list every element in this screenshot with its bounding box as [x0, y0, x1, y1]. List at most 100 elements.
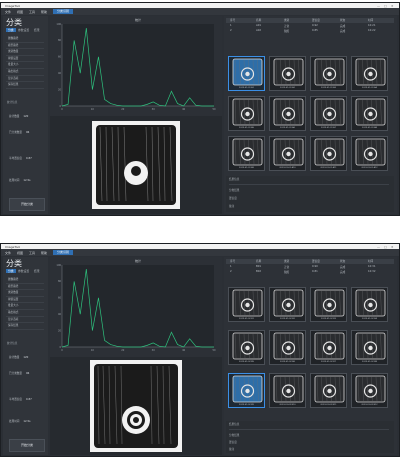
- close-icon[interactable]: ✕: [391, 4, 394, 8]
- thumbnail-item[interactable]: 2023-01-02 B7: [310, 330, 347, 365]
- thumbnail-image: [273, 375, 303, 403]
- field-row[interactable]: 类别数量: [6, 290, 44, 297]
- menu-help[interactable]: 帮助: [41, 10, 47, 14]
- table-row[interactable]: 1 B01 正常 0.90 完成 10:31: [226, 265, 394, 269]
- table-row[interactable]: 2 A02 缺陷 0.85 完成 10:22: [226, 29, 394, 33]
- thumbnail-image: [273, 332, 303, 360]
- field-row[interactable]: 阈值设置: [6, 56, 44, 63]
- minimize-icon[interactable]: —: [377, 245, 380, 249]
- y-tick-label: 20: [58, 329, 62, 332]
- thumbnail-caption: 2023-01-01 A1: [239, 87, 254, 89]
- thumbnail-item[interactable]: 2023-01-01 A5: [228, 96, 265, 131]
- stat-row: 总计数量 120: [9, 115, 29, 118]
- divider: [229, 429, 389, 430]
- field-row[interactable]: 批量大小: [6, 62, 44, 69]
- tab-params[interactable]: 参数设置: [18, 269, 29, 273]
- menu-tools[interactable]: 工具: [29, 251, 35, 255]
- thumbnail-item[interactable]: 2023-01-02 B3: [310, 287, 347, 322]
- thumbnail-grid: 2023-01-02 B1 2023-01-02 B2 2023-01-02 B3 2…: [228, 287, 393, 419]
- field-row[interactable]: 阈值设置: [6, 297, 44, 304]
- thumbnail-image: [314, 289, 344, 317]
- right-panel: 序号 名称 类别 置信度 状态 时间 1 A01 正常 0.92 完成 10:21 2 A0…: [224, 16, 397, 214]
- menu-classify[interactable]: 分类识别: [53, 249, 74, 255]
- col-header: 状态: [340, 19, 346, 22]
- thumbnail-item[interactable]: 2023-01-02 B6: [269, 330, 306, 365]
- thumbnail-image: [232, 375, 262, 403]
- thumbnail-caption: 2023-01-01 A2: [280, 87, 295, 89]
- tab-params[interactable]: 参数设置: [18, 28, 29, 32]
- menu-classify[interactable]: 分类识别: [53, 8, 74, 14]
- x-tick-label: 0: [61, 349, 63, 352]
- menu-file[interactable]: 文件: [5, 10, 11, 14]
- field-row[interactable]: 图像路径: [6, 36, 44, 43]
- thumbnail-item[interactable]: 2023-01-01 A9: [228, 136, 265, 171]
- table-row[interactable]: 2 B02 缺陷 0.81 完成 10:32: [226, 270, 394, 274]
- thumbnail-item[interactable]: 2023-01-01 A7: [310, 96, 347, 131]
- table-row[interactable]: 1 A01 正常 0.92 完成 10:21: [226, 24, 394, 28]
- thumbnail-item[interactable]: 2023-01-01 A10: [269, 136, 306, 171]
- tab-classify[interactable]: 分类: [6, 28, 16, 32]
- minimize-icon[interactable]: —: [377, 4, 380, 8]
- menu-view[interactable]: 视图: [17, 10, 23, 14]
- close-icon[interactable]: ✕: [391, 245, 394, 249]
- maximize-icon[interactable]: □: [384, 245, 387, 249]
- menu-tools[interactable]: 工具: [29, 10, 35, 14]
- thumbnail-item[interactable]: 2023-01-01 A4: [351, 56, 388, 91]
- thumbnail-item[interactable]: 2023-01-01 A2: [269, 56, 306, 91]
- thumbnail-item[interactable]: 2023-01-02 B10: [269, 373, 306, 408]
- preview-image: [92, 121, 180, 209]
- field-row[interactable]: 类别数量: [6, 49, 44, 56]
- divider: [229, 184, 389, 185]
- start-classify-button[interactable]: 开始分类: [9, 439, 45, 452]
- thumbnail-item[interactable]: 2023-01-01 A11: [310, 136, 347, 171]
- thumbnail-item[interactable]: 2023-01-02 B9: [228, 373, 265, 408]
- field-row[interactable]: 模型路径: [6, 284, 44, 291]
- menu-bar: 文件 视图 工具 帮助 分类识别: [1, 249, 399, 256]
- tab-classify[interactable]: 分类: [6, 269, 16, 273]
- tab-results[interactable]: 结果: [34, 269, 40, 273]
- stat-row: 已分类数量 96: [9, 131, 30, 134]
- stat-row: 平均置信度 0.87: [9, 157, 32, 160]
- field-row[interactable]: 输出格式: [6, 310, 44, 317]
- menu-file[interactable]: 文件: [5, 251, 11, 255]
- y-tick-label: 40: [58, 313, 62, 316]
- col-header: 时间: [368, 260, 374, 263]
- field-row[interactable]: 显示选项: [6, 76, 44, 83]
- thumbnail-item[interactable]: 2023-01-02 B2: [269, 287, 306, 322]
- thumbnail-caption: 2023-01-01 A4: [362, 87, 377, 89]
- thumbnail-item[interactable]: 2023-01-02 B4: [351, 287, 388, 322]
- thumbnail-image: [232, 138, 262, 166]
- field-row[interactable]: 输出格式: [6, 69, 44, 76]
- maximize-icon[interactable]: □: [384, 4, 387, 8]
- field-row[interactable]: 保存结果: [6, 82, 44, 89]
- field-row[interactable]: 批量大小: [6, 303, 44, 310]
- thumbnail-image: [355, 98, 385, 126]
- stat-row: 平均置信度 0.87: [9, 398, 32, 401]
- left-panel: 分类 分类 参数设置 结果 图像路径 模型路径 类别数量 阈值设置 批量大小 输…: [3, 257, 48, 455]
- thumbnail-item[interactable]: 2023-01-01 A1: [228, 56, 265, 91]
- menu-help[interactable]: 帮助: [41, 251, 47, 255]
- thumbnail-caption: 2023-01-01 A12: [361, 167, 378, 169]
- thumbnail-item[interactable]: 2023-01-02 B8: [351, 330, 388, 365]
- thumbnail-item[interactable]: 2023-01-01 A6: [269, 96, 306, 131]
- thumbnail-item[interactable]: 2023-01-02 B1: [228, 287, 265, 322]
- thumbnail-item[interactable]: 2023-01-02 B11: [310, 373, 347, 408]
- thumbnail-item[interactable]: 2023-01-01 A12: [351, 136, 388, 171]
- thumbnail-item[interactable]: 2023-01-02 B5: [228, 330, 265, 365]
- tab-results[interactable]: 结果: [34, 28, 40, 32]
- field-row[interactable]: 显示选项: [6, 317, 44, 324]
- field-row[interactable]: 图像路径: [6, 277, 44, 284]
- menu-view[interactable]: 视图: [17, 251, 23, 255]
- thumbnail-image: [355, 138, 385, 166]
- thumbnail-item[interactable]: 2023-01-01 A8: [351, 96, 388, 131]
- thumbnail-item[interactable]: 2023-01-01 A3: [310, 56, 347, 91]
- field-row[interactable]: 模型路径: [6, 43, 44, 50]
- col-header: 置信度: [312, 260, 320, 263]
- thumbnail-image: [314, 138, 344, 166]
- info-label: 备注: [229, 205, 235, 208]
- thumbnail-image: [314, 332, 344, 360]
- thumbnail-caption: 2023-01-01 A3: [321, 87, 336, 89]
- field-row[interactable]: 保存结果: [6, 323, 44, 330]
- thumbnail-item[interactable]: 2023-01-02 B12: [351, 373, 388, 408]
- start-classify-button[interactable]: 开始分类: [9, 198, 45, 211]
